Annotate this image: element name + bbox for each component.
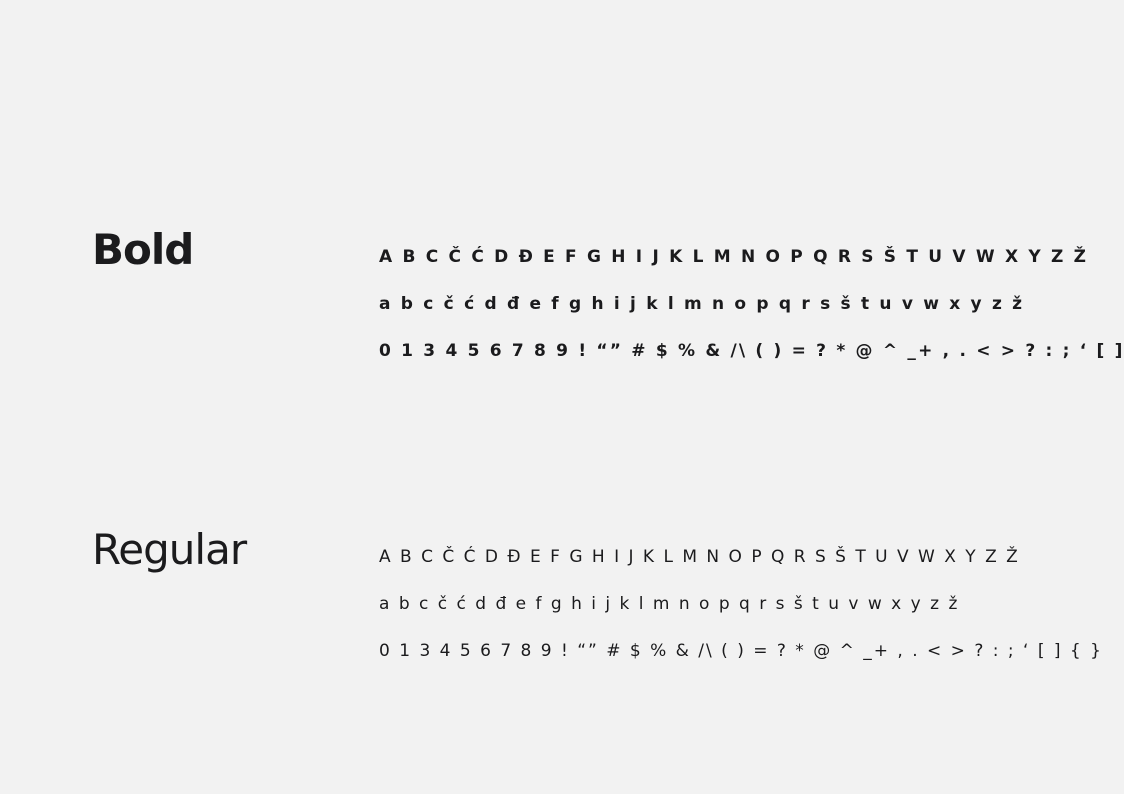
glyph-lines-regular: A B C Č Ć D Đ E F G H I J K L M N O P Q …: [379, 542, 1103, 683]
weight-title-regular: Regular: [92, 525, 247, 574]
glyph-lines-bold: A B C Č Ć D Đ E F G H I J K L M N O P Q …: [379, 242, 1124, 383]
numerals-symbols-line: 0 1 3 4 5 6 7 8 9 ! “” # $ % & /\ ( ) = …: [379, 641, 1103, 661]
lowercase-line: a b c č ć d đ e f g h i j k l m n o p q …: [379, 594, 960, 614]
lowercase-line: a b c č ć d đ e f g h i j k l m n o p q …: [379, 294, 1025, 314]
numerals-symbols-line: 0 1 3 4 5 6 7 8 9 ! “” # $ % & /\ ( ) = …: [379, 341, 1124, 361]
uppercase-line: A B C Č Ć D Đ E F G H I J K L M N O P Q …: [379, 547, 1020, 567]
uppercase-line: A B C Č Ć D Đ E F G H I J K L M N O P Q …: [379, 247, 1089, 267]
weight-title-bold: Bold: [92, 225, 194, 274]
